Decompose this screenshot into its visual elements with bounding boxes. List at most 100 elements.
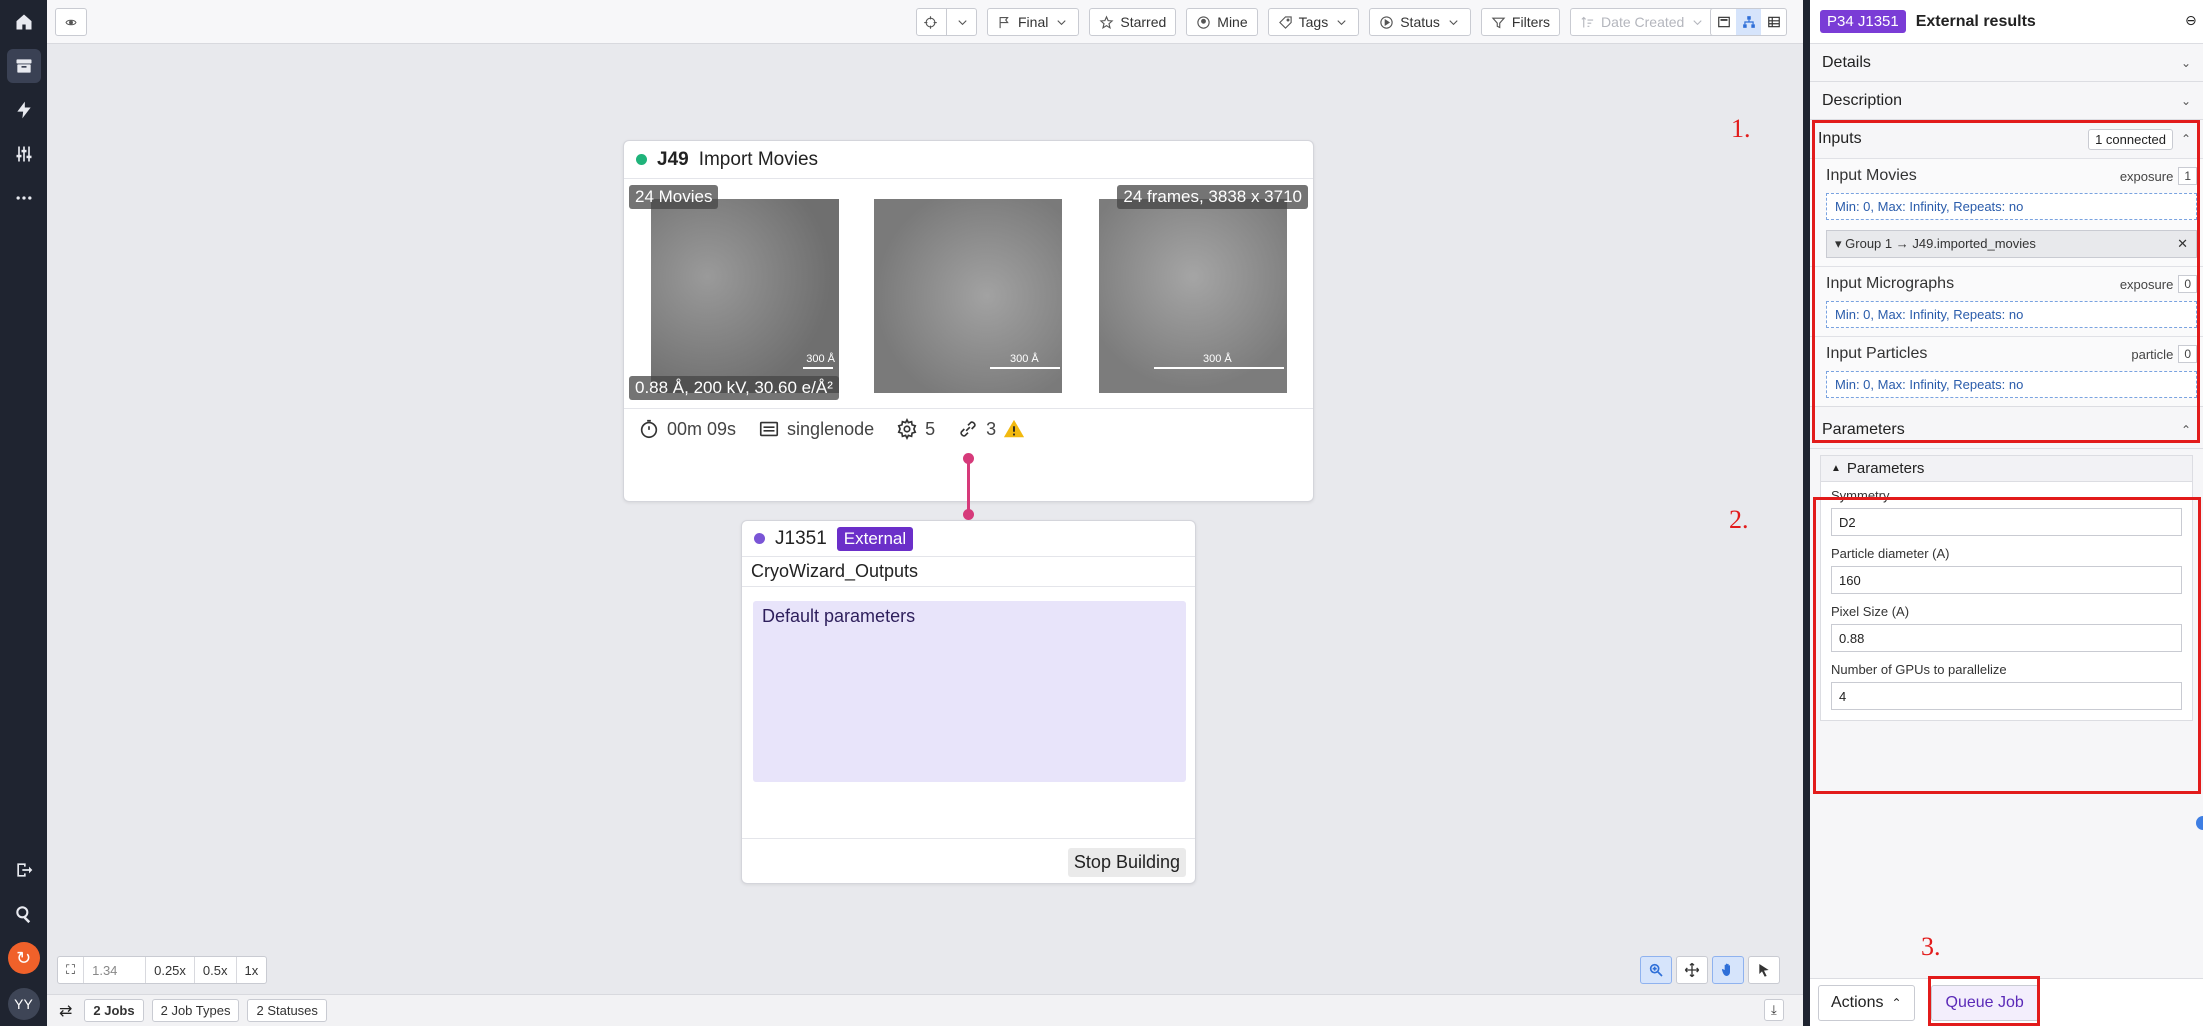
zoom-0-5x-button[interactable]: 0.5x	[195, 957, 237, 983]
status-dot	[636, 154, 647, 165]
lightning-icon[interactable]	[0, 88, 47, 132]
caret-up-icon: ▲	[1831, 463, 1841, 474]
links-count: 3	[957, 418, 1025, 440]
eye-icon[interactable]	[55, 8, 87, 36]
annotation-box-inputs	[1812, 120, 2200, 443]
top-toolbar: Final Starred Mine Tags Status Filters D…	[47, 0, 1803, 44]
runtime: 00m 09s	[638, 418, 736, 440]
job-name: CryoWizard_Outputs	[742, 557, 1195, 587]
micrograph-thumbnail[interactable]: 300 Å	[874, 199, 1062, 393]
lane: singlenode	[758, 418, 874, 440]
annotation-label: 1.	[1731, 114, 1751, 143]
scale-bar-label: 300 Å	[1203, 353, 1232, 365]
default-parameters-box: Default parameters	[753, 601, 1186, 782]
chevron-down-icon	[1449, 19, 1458, 25]
micrograph-thumbnail[interactable]: 300 Å	[1099, 199, 1287, 393]
connector-dot	[963, 509, 974, 520]
download-icon[interactable]: ⤓	[1764, 999, 1784, 1021]
server-icon	[759, 421, 779, 437]
logout-icon[interactable]	[0, 848, 47, 892]
panel-divider[interactable]	[1803, 0, 1810, 1026]
flag-icon	[999, 16, 1009, 28]
parameters-group-header[interactable]: ▲ Parameters	[1821, 456, 2192, 482]
annotation-box-queue	[1928, 976, 2040, 1026]
crosshair-icon	[924, 15, 937, 29]
search-icon[interactable]	[0, 892, 47, 936]
view-switcher	[1710, 8, 1787, 36]
sliders-icon[interactable]	[0, 132, 47, 176]
date-created-sort[interactable]: Date Created	[1570, 8, 1716, 36]
home-icon[interactable]	[0, 0, 47, 44]
chevron-down-icon	[1693, 19, 1702, 25]
filters-button[interactable]: Filters	[1480, 8, 1561, 36]
description-section[interactable]: Description ⌄	[1810, 82, 2203, 120]
fit-view-icon[interactable]: ⛶	[58, 957, 85, 983]
scale-bar-label: 300 Å	[1010, 353, 1039, 365]
job-card-external[interactable]: J1351 External CryoWizard_Outputs Defaul…	[741, 520, 1196, 884]
canvas-tools	[1640, 956, 1780, 984]
stopwatch-icon	[640, 419, 658, 439]
job-card-header: J1351 External	[742, 521, 1195, 557]
job-badge: P34 J1351	[1820, 10, 1906, 33]
movie-count-badge: 24 Movies	[629, 185, 719, 209]
job-types-button[interactable]: 2 Job Types	[151, 999, 240, 1022]
move-icon[interactable]	[1676, 956, 1708, 984]
left-rail: ↻ YY	[0, 0, 47, 1026]
connector-dot	[963, 453, 974, 464]
target-dropdown[interactable]	[916, 8, 977, 36]
job-card-header: J49 Import Movies	[624, 141, 1313, 179]
warning-icon	[1004, 419, 1025, 438]
movie-thumbnails: 300 Å 300 Å 300 Å 24 Movies 24 frames, 3…	[624, 179, 1313, 409]
tree-view-icon[interactable]	[1736, 9, 1761, 35]
stop-building-button[interactable]: Stop Building	[1067, 848, 1186, 877]
chevron-down-icon	[958, 19, 967, 25]
help-icon[interactable]	[2196, 816, 2203, 830]
annotation-box-parameters	[1813, 497, 2201, 794]
params-count: 5	[896, 418, 935, 440]
jobs-count-button[interactable]: 2 Jobs	[84, 999, 144, 1022]
play-circle-icon	[1380, 15, 1393, 29]
tag-icon	[1278, 15, 1292, 29]
swap-icon[interactable]: ⇄	[55, 1001, 76, 1021]
link-icon	[960, 421, 976, 437]
details-section[interactable]: Details ⌄	[1810, 44, 2203, 82]
pointer-icon[interactable]	[1748, 956, 1780, 984]
zoom-in-icon[interactable]	[1640, 956, 1672, 984]
refresh-icon[interactable]: ↻	[7, 942, 40, 974]
star-icon	[1099, 14, 1114, 29]
actions-button[interactable]: Actions ⌃	[1818, 984, 1915, 1021]
archive-icon[interactable]	[0, 44, 47, 88]
table-view-icon[interactable]	[1761, 9, 1786, 35]
chevron-down-icon: ⌄	[2180, 55, 2191, 70]
more-icon[interactable]	[0, 176, 47, 220]
chevron-down-icon	[1337, 19, 1346, 25]
job-title: Import Movies	[698, 148, 819, 170]
final-filter[interactable]: Final	[987, 8, 1080, 36]
zoom-0-25x-button[interactable]: 0.25x	[146, 957, 195, 983]
hand-icon[interactable]	[1712, 956, 1744, 984]
statuses-button[interactable]: 2 Statuses	[247, 999, 327, 1022]
status-filter[interactable]: Status	[1369, 8, 1471, 36]
tags-filter[interactable]: Tags	[1267, 8, 1360, 36]
user-icon	[1197, 15, 1210, 29]
panel-title: External results	[1915, 12, 2036, 30]
zoom-1x-button[interactable]: 1x	[237, 957, 267, 983]
chevron-down-icon: ⌄	[2180, 93, 2191, 108]
avatar[interactable]: YY	[7, 988, 40, 1020]
status-dot	[754, 533, 765, 544]
chevron-up-icon: ⌃	[1891, 995, 1902, 1010]
job-graph-canvas[interactable]: J49 Import Movies 300 Å 300 Å 300 Å 24 M…	[47, 44, 1803, 994]
mine-filter[interactable]: Mine	[1186, 8, 1258, 36]
job-card-import-movies[interactable]: J49 Import Movies 300 Å 300 Å 300 Å 24 M…	[623, 140, 1314, 502]
micrograph-thumbnail[interactable]: 300 Å	[651, 199, 839, 393]
gear-icon	[897, 418, 917, 440]
zoom-input[interactable]: 1.34	[84, 957, 147, 983]
exposure-info-badge: 0.88 Å, 200 kV, 30.60 e/Å²	[629, 376, 839, 400]
starred-filter[interactable]: Starred	[1089, 8, 1177, 36]
external-badge: External	[836, 526, 914, 551]
card-view-icon[interactable]	[1711, 9, 1736, 35]
zoom-controls: ⛶ 1.34 0.25x 0.5x 1x	[57, 956, 268, 984]
chevron-down-icon	[1057, 19, 1067, 25]
job-id: J1351	[775, 527, 827, 549]
collapse-panel-icon[interactable]: ⊖	[2185, 12, 2197, 29]
